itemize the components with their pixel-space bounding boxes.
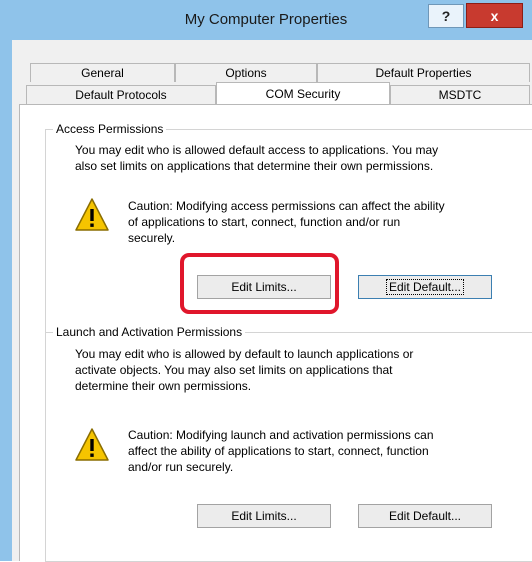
help-button[interactable]: ? [428, 4, 464, 28]
tab-general[interactable]: General [30, 63, 175, 82]
access-permissions-title: Access Permissions [53, 122, 167, 136]
launch-description-line-3: determine their own permissions. [75, 379, 252, 393]
access-caution-line-3: securely. [128, 231, 176, 245]
launch-caution-line-3: and/or run securely. [128, 460, 234, 474]
launch-description-line-1: You may edit who is allowed by default t… [75, 347, 414, 361]
launch-edit-default-label: Edit Default... [388, 509, 462, 523]
tab-default-protocols[interactable]: Default Protocols [26, 85, 216, 104]
launch-edit-default-button[interactable]: Edit Default... [358, 504, 492, 528]
launch-edit-limits-button[interactable]: Edit Limits... [197, 504, 331, 528]
access-description-line-1: You may edit who is allowed default acce… [75, 143, 439, 157]
launch-permissions-title: Launch and Activation Permissions [53, 325, 246, 339]
warning-triangle-icon [75, 198, 109, 231]
edit-limits-highlight [180, 253, 339, 314]
access-caution-line-2: of applications to start, connect, funct… [128, 215, 401, 229]
tab-com-security[interactable]: COM Security [216, 82, 390, 104]
tab-msdtc[interactable]: MSDTC [390, 85, 530, 104]
properties-window: My Computer Properties ? x General Optio… [0, 0, 532, 562]
launch-caution-line-2: affect the ability of applications to st… [128, 444, 429, 458]
launch-edit-limits-label: Edit Limits... [231, 509, 297, 523]
access-edit-default-label: Edit Default... [385, 279, 465, 295]
close-button[interactable]: x [466, 3, 523, 28]
access-caution-line-1: Caution: Modifying access permissions ca… [128, 199, 445, 213]
help-icon: ? [441, 8, 451, 24]
tab-panel: Access Permissions You may edit who is a… [19, 104, 532, 562]
access-description-line-2: also set limits on applications that det… [75, 159, 434, 173]
title-bar[interactable]: My Computer Properties ? x [0, 0, 532, 40]
launch-description-line-2: activate objects. You may also set limit… [75, 363, 393, 377]
tab-options[interactable]: Options [175, 63, 317, 82]
warning-triangle-icon [75, 428, 109, 461]
access-edit-default-button[interactable]: Edit Default... [358, 275, 492, 299]
launch-caution-line-1: Caution: Modifying launch and activation… [128, 428, 434, 442]
close-icon: x [490, 7, 499, 24]
tab-default-properties[interactable]: Default Properties [317, 63, 530, 82]
